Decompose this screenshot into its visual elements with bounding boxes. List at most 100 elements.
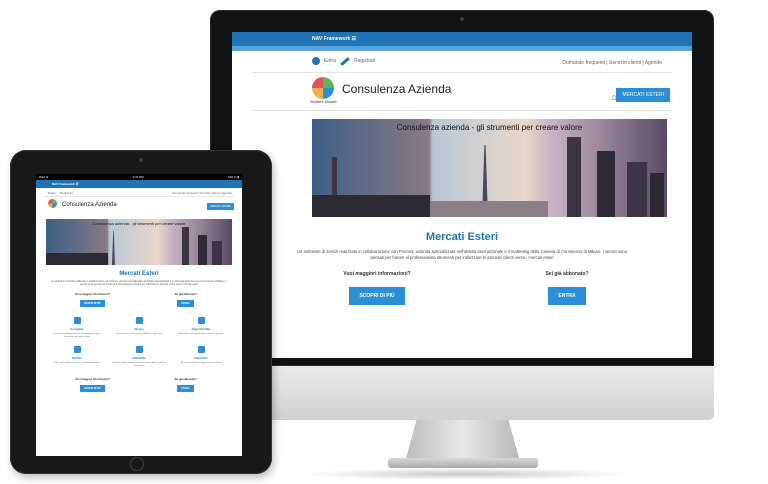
skyscraper-1 <box>567 137 581 217</box>
top-navigation-bar[interactable]: NAV Framework ☰ <box>36 180 242 188</box>
utility-bar: Entra Registrati Domande frequenti | Ser… <box>252 53 672 73</box>
cta-row: Vuoi maggiori informazioni? SCOPRI DI PI… <box>46 293 232 307</box>
logo-text: Wolters Kluwer <box>310 99 337 104</box>
cta-subscriber-question: Sei già abbonato? <box>174 292 197 296</box>
help-links[interactable]: Domande frequenti | Servizio clienti | A… <box>562 60 662 66</box>
entra-button[interactable]: ENTRA <box>177 299 194 307</box>
eiffel-tower-silhouette <box>112 231 115 265</box>
section-description: Un ambiente di servizi realizzato in col… <box>51 280 227 287</box>
calendar-icon <box>73 316 81 324</box>
nav-tab-mercati-esteri[interactable]: MERCATI ESTERI <box>616 88 670 102</box>
skyscraper-2 <box>198 235 207 265</box>
site-header: Wolters Kluwer Consulenza Azienda ⌂ MERC… <box>252 73 672 111</box>
imac-foot <box>388 458 538 468</box>
feature-item: Completo Un servizio completo di tutte l… <box>48 316 106 339</box>
cta-info-question: Vuoi maggiori informazioni? <box>75 378 110 381</box>
sub-navigation-bar <box>232 46 692 51</box>
feature-desc: Un'unica fonte di informazioni affidabil… <box>116 332 162 335</box>
skyscraper-2 <box>597 151 615 217</box>
feature-name: Completo <box>70 326 84 331</box>
skyscraper-1 <box>182 227 189 265</box>
feature-name: Affidabile <box>132 356 146 361</box>
feature-name: Pratico <box>71 356 83 361</box>
wolters-kluwer-logo-icon[interactable] <box>48 199 57 208</box>
skyscraper-3 <box>212 241 222 265</box>
banner-caption: Consulenza azienda - gli strumenti per c… <box>396 123 583 132</box>
cta-info-bottom: Vuoi maggiori informazioni? SCOPRI DI PI… <box>53 378 133 392</box>
scopri-di-piu-button[interactable]: SCOPRI DI PIÙ <box>80 299 105 307</box>
feature-desc: Strumenti di approfondimento e supporto … <box>178 332 224 335</box>
cta-subscriber: Sei già abbonato? ENTRA <box>497 271 637 305</box>
cta-subscriber: Sei già abbonato? ENTRA <box>146 293 226 307</box>
site-title: Consulenza Azienda <box>62 202 117 208</box>
status-time: 9:41 PM <box>132 175 144 179</box>
help-links[interactable]: Domande frequenti | Servizio clienti | A… <box>172 191 232 195</box>
feature-item: Garantito Assistenza dedicata e aggiorna… <box>172 346 230 368</box>
feature-item: Affidabile Contenuti elaborati dagli esp… <box>110 346 168 368</box>
section-description: Un ambiente di servizi realizzato in col… <box>296 249 628 260</box>
cta-row: Vuoi maggiori informazioni? SCOPRI DI PI… <box>282 271 662 305</box>
status-battery: 100 % ▮ <box>227 175 239 179</box>
desktop-website: NAV Framework ☰ Entra Registrati Domande… <box>232 32 692 358</box>
imac-stand <box>405 420 520 462</box>
login-link[interactable]: Entra <box>324 58 336 64</box>
feature-desc: Un servizio completo di tutte le informa… <box>53 332 101 338</box>
feature-desc: Tutti i servizi sono pensati per un util… <box>54 362 100 365</box>
device-mockup-scene: NAV Framework ☰ Entra Registrati Domande… <box>0 0 768 484</box>
berlin-skyline <box>312 195 430 217</box>
user-icon <box>312 57 320 65</box>
imac-shadow <box>300 468 630 480</box>
framework-menu[interactable]: NAV Framework ☰ <box>52 182 78 186</box>
feature-item: Pratico Tutti i servizi sono pensati per… <box>48 346 106 368</box>
site-title: Consulenza Azienda <box>342 82 452 96</box>
feature-item: Approfondito Strumenti di approfondiment… <box>172 316 230 339</box>
cta-row-bottom: Vuoi maggiori informazioni? SCOPRI DI PI… <box>46 378 232 392</box>
section-title: Mercati Esteri <box>119 271 159 277</box>
hero-banner: Consulenza azienda - gli strumenti per c… <box>46 219 232 265</box>
cta-info: Vuoi maggiori informazioni? SCOPRI DI PI… <box>307 271 447 305</box>
site-header: Consulenza Azienda MERCATI ESTERI <box>44 197 234 215</box>
register-link[interactable]: Registrati <box>354 58 375 64</box>
section-title: Mercati Esteri <box>425 231 499 243</box>
book-icon <box>197 316 205 324</box>
utility-bar: Entra Registrati Domande frequenti | Ser… <box>44 188 234 197</box>
feature-item: Sicuro Un'unica fonte di informazioni af… <box>110 316 168 339</box>
framework-menu[interactable]: NAV Framework ☰ <box>312 36 356 42</box>
entra-button[interactable]: ENTRA <box>177 385 194 392</box>
monitor-icon <box>135 346 143 354</box>
shield-icon <box>135 316 143 324</box>
top-navigation-bar[interactable]: NAV Framework ☰ <box>232 32 692 46</box>
feature-name: Garantito <box>194 356 208 361</box>
register-link[interactable]: Registrati <box>60 191 73 195</box>
cta-info: Vuoi maggiori informazioni? SCOPRI DI PI… <box>53 293 133 307</box>
login-link[interactable]: Entra <box>48 191 55 195</box>
user-links: Entra Registrati <box>312 56 375 66</box>
cta-info-question: Vuoi maggiori informazioni? <box>343 271 411 277</box>
feature-desc: Assistenza dedicata e aggiornamenti cost… <box>180 362 222 365</box>
user-icon <box>197 346 205 354</box>
nav-tab-mercati-esteri[interactable]: MERCATI ESTERI <box>207 203 234 210</box>
cta-subscriber-question: Sei già abbonato? <box>174 378 197 381</box>
imac-chin <box>210 366 714 420</box>
skyscraper-4 <box>650 173 664 217</box>
camera-icon <box>460 17 464 21</box>
pencil-icon <box>340 56 350 66</box>
berlin-skyline <box>46 253 108 265</box>
paris-skyline <box>430 201 548 217</box>
cta-subscriber-question: Sei già abbonato? <box>545 271 589 277</box>
ipad-home-button[interactable] <box>130 457 144 471</box>
feature-name: Approfondito <box>191 326 211 331</box>
skyscraper-3 <box>627 162 647 217</box>
wolters-kluwer-logo-icon[interactable] <box>312 77 334 99</box>
feature-name: Sicuro <box>134 326 144 331</box>
feature-desc: Contenuti elaborati dagli esperti di Pro… <box>112 362 166 368</box>
hero-banner: Consulenza azienda - gli strumenti per c… <box>312 119 667 217</box>
tablet-website: iPad ≋ 9:41 PM 100 % ▮ NAV Framework ☰ E… <box>36 174 242 456</box>
ipad-camera-icon <box>139 158 143 162</box>
scopri-di-piu-button[interactable]: SCOPRI DI PIÙ <box>349 287 405 305</box>
feature-grid: Completo Un servizio completo di tutte l… <box>48 316 230 368</box>
cta-subscriber-bottom: Sei già abbonato? ENTRA <box>146 378 226 392</box>
scopri-di-piu-button[interactable]: SCOPRI DI PIÙ <box>80 385 105 392</box>
document-icon <box>73 346 81 354</box>
entra-button[interactable]: ENTRA <box>548 287 586 305</box>
